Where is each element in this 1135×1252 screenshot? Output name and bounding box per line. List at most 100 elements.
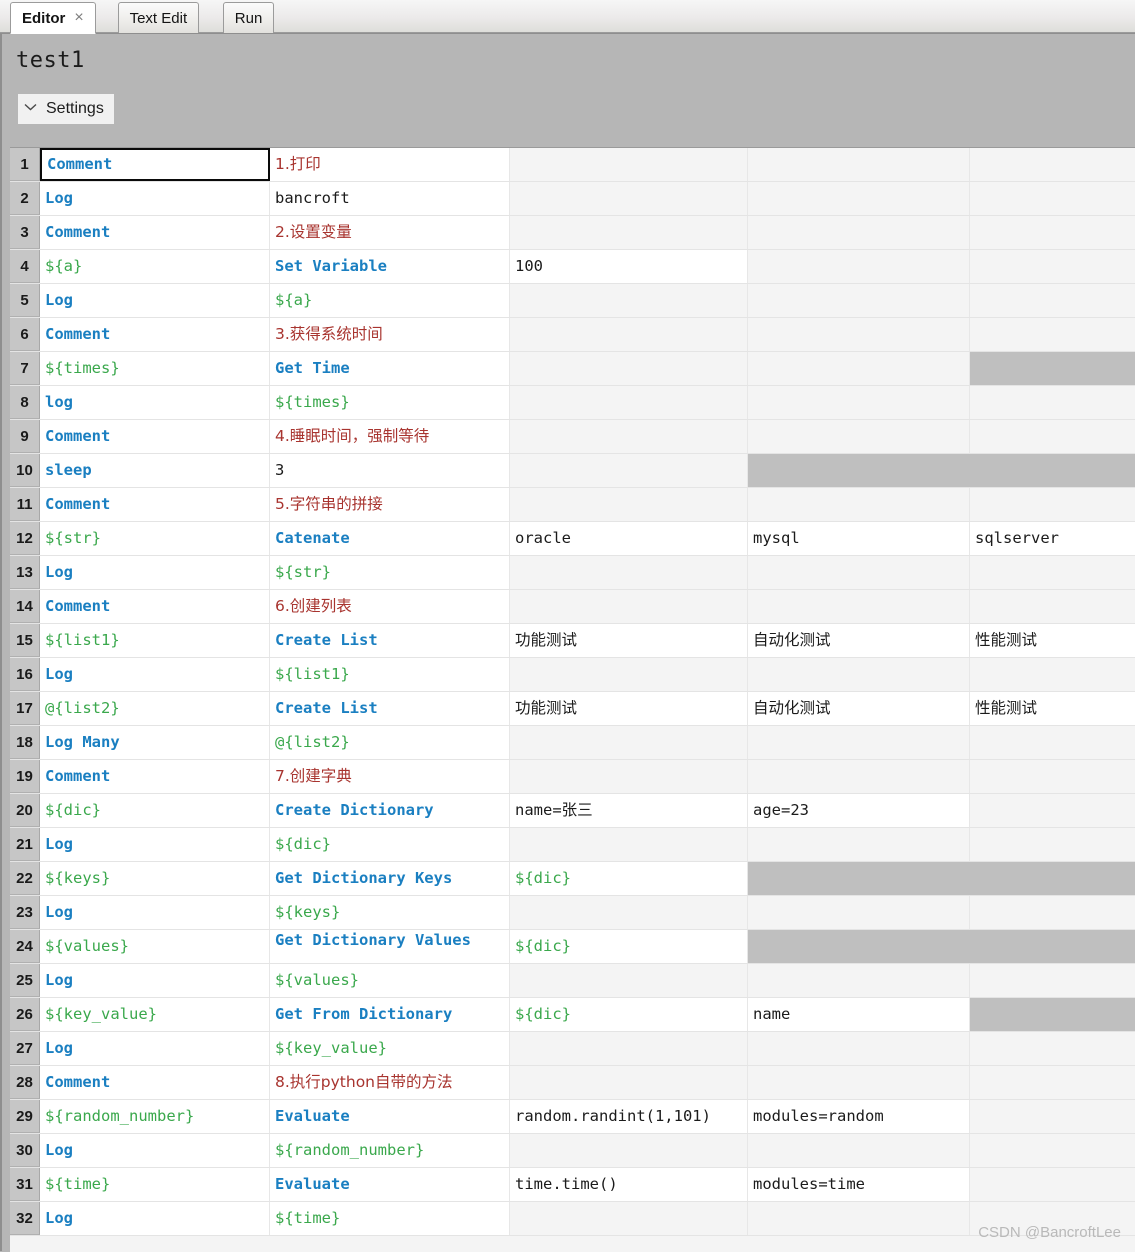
grid-cell[interactable] (510, 726, 748, 759)
grid-cell[interactable] (970, 760, 1135, 793)
grid-cell[interactable] (510, 964, 748, 997)
grid-cell[interactable] (970, 352, 1135, 385)
grid-cell[interactable] (748, 182, 970, 215)
grid-cell[interactable] (970, 488, 1135, 521)
grid-cell[interactable] (970, 964, 1135, 997)
grid-cell[interactable]: ${list1} (40, 624, 270, 657)
grid-cell[interactable]: 2.设置变量 (270, 216, 510, 249)
grid-cell[interactable]: 功能测试 (510, 624, 748, 657)
grid-cell[interactable] (748, 1202, 970, 1235)
grid-cell[interactable]: 6.创建列表 (270, 590, 510, 623)
tab-editor[interactable]: Editor × (10, 2, 96, 34)
table-row[interactable]: 7 ${times} Get Time (10, 352, 1135, 386)
grid-cell[interactable] (510, 760, 748, 793)
grid-cell[interactable]: Catenate (270, 522, 510, 555)
row-number[interactable]: 22 (10, 862, 40, 895)
table-row[interactable]: 31 ${time} Evaluate time.time() modules=time (10, 1168, 1135, 1202)
table-row[interactable]: 27 Log ${key_value} (10, 1032, 1135, 1066)
grid-cell[interactable] (510, 1066, 748, 1099)
row-number[interactable]: 20 (10, 794, 40, 827)
grid-cell[interactable]: Log (40, 556, 270, 589)
row-number[interactable]: 5 (10, 284, 40, 317)
row-number[interactable]: 31 (10, 1168, 40, 1201)
row-number[interactable]: 2 (10, 182, 40, 215)
row-number[interactable]: 3 (10, 216, 40, 249)
grid-cell[interactable] (510, 182, 748, 215)
grid-cell[interactable] (970, 1066, 1135, 1099)
grid-cell[interactable]: ${dic} (40, 794, 270, 827)
table-row[interactable]: 14 Comment 6.创建列表 (10, 590, 1135, 624)
grid-cell[interactable]: Comment (40, 760, 270, 793)
row-number[interactable]: 19 (10, 760, 40, 793)
table-row[interactable]: 1 Comment 1.打印 (10, 148, 1135, 182)
grid-cell[interactable]: Log (40, 1202, 270, 1235)
grid-cell[interactable] (748, 862, 970, 895)
row-number[interactable]: 17 (10, 692, 40, 725)
grid-cell[interactable] (970, 556, 1135, 589)
table-row[interactable]: 12 ${str} Catenate oracle mysql sqlserver (10, 522, 1135, 556)
grid-cell[interactable] (970, 1134, 1135, 1167)
grid-cell[interactable]: 3.获得系统时间 (270, 318, 510, 351)
table-row[interactable]: 32 Log ${time} (10, 1202, 1135, 1236)
grid-cell[interactable] (510, 556, 748, 589)
grid-cell[interactable]: Log Many (40, 726, 270, 759)
table-row[interactable]: 18 Log Many @{list2} (10, 726, 1135, 760)
grid-cell[interactable]: Log (40, 1134, 270, 1167)
table-row[interactable]: 26 ${key_value} Get From Dictionary ${dic} n… (10, 998, 1135, 1032)
row-number[interactable]: 11 (10, 488, 40, 521)
grid-cell[interactable]: ${random_number} (270, 1134, 510, 1167)
grid-cell[interactable] (970, 998, 1135, 1031)
grid-cell[interactable]: ${list1} (270, 658, 510, 691)
grid-cell[interactable]: 性能测试 (970, 692, 1135, 725)
grid-cell[interactable] (510, 488, 748, 521)
grid-cell[interactable]: ${time} (270, 1202, 510, 1235)
grid-cell[interactable]: Log (40, 284, 270, 317)
row-number[interactable]: 25 (10, 964, 40, 997)
grid-cell[interactable] (510, 318, 748, 351)
grid-cell[interactable]: Comment (40, 148, 270, 181)
grid-cell[interactable]: Get Dictionary Keys (270, 862, 510, 895)
table-row[interactable]: 21 Log ${dic} (10, 828, 1135, 862)
grid-cell[interactable]: Create List (270, 692, 510, 725)
grid-cell[interactable]: name (748, 998, 970, 1031)
grid-cell[interactable]: Log (40, 828, 270, 861)
grid-cell[interactable] (510, 352, 748, 385)
grid-cell[interactable] (748, 556, 970, 589)
grid-cell[interactable] (748, 284, 970, 317)
grid-cell[interactable] (748, 658, 970, 691)
grid-cell[interactable]: ${dic} (270, 828, 510, 861)
grid-cell[interactable] (748, 1134, 970, 1167)
grid-cell[interactable] (970, 182, 1135, 215)
row-number[interactable]: 18 (10, 726, 40, 759)
grid-cell[interactable]: ${keys} (40, 862, 270, 895)
table-row[interactable]: 8 log ${times} (10, 386, 1135, 420)
grid-cell[interactable]: ${values} (40, 930, 270, 963)
grid-cell[interactable]: Log (40, 658, 270, 691)
grid-cell[interactable]: sqlserver (970, 522, 1135, 555)
grid-cell[interactable] (970, 1202, 1135, 1235)
grid-cell[interactable] (970, 1168, 1135, 1201)
grid-cell[interactable]: modules=random (748, 1100, 970, 1133)
grid-cell[interactable]: 3 (270, 454, 510, 487)
grid-cell[interactable]: ${dic} (510, 930, 748, 963)
grid-cell[interactable]: Comment (40, 1066, 270, 1099)
row-number[interactable]: 1 (10, 148, 40, 181)
grid-cell[interactable]: 8.执行python自带的方法 (270, 1066, 510, 1099)
grid-cell[interactable]: Get From Dictionary (270, 998, 510, 1031)
grid-cell[interactable] (748, 216, 970, 249)
grid-cell[interactable] (970, 454, 1135, 487)
grid-cell[interactable]: Set Variable (270, 250, 510, 283)
grid-cell[interactable] (970, 420, 1135, 453)
grid-cell[interactable]: Create Dictionary (270, 794, 510, 827)
table-row[interactable]: 6 Comment 3.获得系统时间 (10, 318, 1135, 352)
grid-cell[interactable]: 100 (510, 250, 748, 283)
grid-cell[interactable]: 自动化测试 (748, 692, 970, 725)
table-row[interactable]: 4 ${a} Set Variable 100 (10, 250, 1135, 284)
grid-cell[interactable]: mysql (748, 522, 970, 555)
grid-cell[interactable] (748, 726, 970, 759)
grid-cell[interactable] (748, 590, 970, 623)
grid-cell[interactable]: 性能测试 (970, 624, 1135, 657)
grid-cell[interactable] (748, 1066, 970, 1099)
row-number[interactable]: 28 (10, 1066, 40, 1099)
grid-cell[interactable] (510, 420, 748, 453)
